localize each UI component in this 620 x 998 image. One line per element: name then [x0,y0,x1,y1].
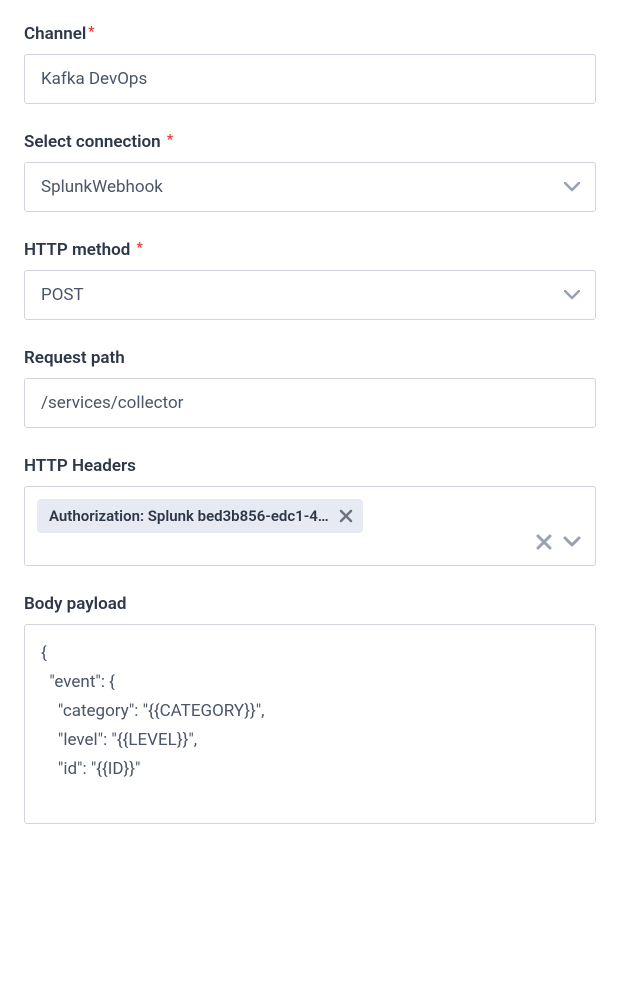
channel-group: Channel* [24,24,596,104]
http-headers-label-text: HTTP Headers [24,456,136,476]
connection-label: Select connection * [24,132,596,152]
body-payload-label: Body payload [24,594,596,614]
header-chip: Authorization: Splunk bed3b856-edc1-4… [37,499,363,533]
request-path-input[interactable] [24,378,596,428]
http-headers-box[interactable]: Authorization: Splunk bed3b856-edc1-4… [24,486,596,566]
body-payload-group: Body payload { "event": { "category": "{… [24,594,596,824]
channel-label-text: Channel [24,24,86,44]
connection-select-wrapper: SplunkWebhook [24,162,596,212]
request-path-label-text: Request path [24,348,125,368]
http-headers-label: HTTP Headers [24,456,596,476]
body-payload-label-text: Body payload [24,594,126,614]
connection-value: SplunkWebhook [41,177,163,197]
request-path-group: Request path [24,348,596,428]
required-asterisk: * [137,240,143,256]
body-payload-textarea[interactable]: { "event": { "category": "{{CATEGORY}}",… [24,624,596,824]
http-method-group: HTTP method * POST [24,240,596,320]
connection-label-text: Select connection [24,132,161,152]
close-icon[interactable] [339,509,353,523]
channel-label: Channel* [24,24,596,44]
http-method-label-text: HTTP method [24,240,130,260]
clear-icon[interactable] [535,533,553,551]
required-asterisk: * [88,24,94,40]
http-method-select[interactable]: POST [24,270,596,320]
http-method-label: HTTP method * [24,240,596,260]
connection-select[interactable]: SplunkWebhook [24,162,596,212]
request-path-label: Request path [24,348,596,368]
http-headers-group: HTTP Headers Authorization: Splunk bed3b… [24,456,596,566]
channel-input[interactable] [24,54,596,104]
connection-group: Select connection * SplunkWebhook [24,132,596,212]
http-method-value: POST [41,285,84,305]
required-asterisk: * [167,132,173,148]
header-chip-text: Authorization: Splunk bed3b856-edc1-4… [49,507,329,525]
headers-controls [535,533,581,551]
http-method-select-wrapper: POST [24,270,596,320]
chevron-down-icon[interactable] [563,536,581,548]
